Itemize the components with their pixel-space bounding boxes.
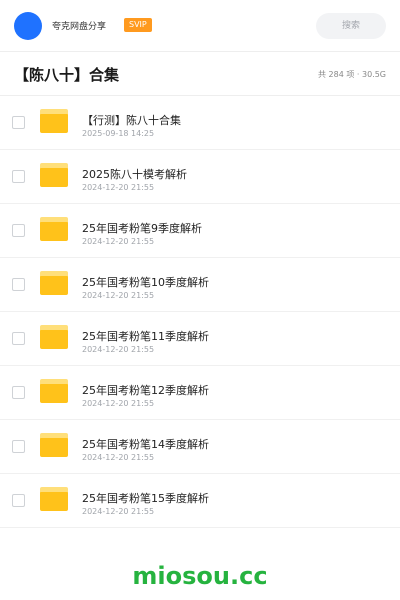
file-row[interactable]: 25年国考粉笔12季度解析 2024-12-20 21:55 — [0, 366, 400, 420]
file-name: 25年国考粉笔11季度解析 — [82, 330, 209, 343]
folder-icon — [40, 379, 68, 403]
row-checkbox[interactable] — [12, 386, 25, 399]
folder-icon — [40, 433, 68, 457]
row-checkbox[interactable] — [12, 170, 25, 183]
folder-title: 【陈八十】合集 — [14, 66, 120, 84]
file-date: 2024-12-20 21:55 — [82, 291, 155, 300]
row-checkbox[interactable] — [12, 224, 25, 237]
file-date: 2024-12-20 21:55 — [82, 507, 155, 516]
folder-meta: 共 284 项 · 30.5G — [318, 70, 386, 79]
file-row[interactable]: 25年国考粉笔11季度解析 2024-12-20 21:55 — [0, 312, 400, 366]
svip-badge: SVIP — [124, 18, 152, 32]
file-row[interactable]: 25年国考粉笔10季度解析 2024-12-20 21:55 — [0, 258, 400, 312]
row-checkbox[interactable] — [12, 278, 25, 291]
file-row[interactable]: 25年国考粉笔15季度解析 2024-12-20 21:55 — [0, 474, 400, 528]
file-row[interactable]: 2025陈八十模考解析 2024-12-20 21:55 — [0, 150, 400, 204]
file-date: 2025-09-18 14:25 — [82, 129, 155, 138]
file-name: 25年国考粉笔14季度解析 — [82, 438, 209, 451]
avatar[interactable] — [14, 12, 42, 40]
file-name: 25年国考粉笔10季度解析 — [82, 276, 209, 289]
row-checkbox[interactable] — [12, 440, 25, 453]
search-input[interactable]: 搜索 — [316, 13, 386, 39]
file-date: 2024-12-20 21:55 — [82, 237, 155, 246]
file-name: 25年国考粉笔12季度解析 — [82, 384, 209, 397]
file-list: 【行测】陈八十合集 2025-09-18 14:25 2025陈八十模考解析 2… — [0, 96, 400, 528]
file-date: 2024-12-20 21:55 — [82, 453, 155, 462]
folder-icon — [40, 325, 68, 349]
file-date: 2024-12-20 21:55 — [82, 399, 155, 408]
row-checkbox[interactable] — [12, 494, 25, 507]
file-name: 25年国考粉笔15季度解析 — [82, 492, 209, 505]
folder-icon — [40, 487, 68, 511]
folder-header: 【陈八十】合集 共 284 项 · 30.5G — [0, 52, 400, 96]
file-date: 2024-12-20 21:55 — [82, 183, 155, 192]
file-name: 25年国考粉笔9季度解析 — [82, 222, 202, 235]
folder-icon — [40, 271, 68, 295]
username: 夸克网盘分享 — [52, 22, 107, 32]
file-name: 2025陈八十模考解析 — [82, 168, 187, 181]
row-checkbox[interactable] — [12, 332, 25, 345]
folder-icon — [40, 109, 68, 133]
file-name: 【行测】陈八十合集 — [82, 114, 181, 127]
top-bar: 夸克网盘分享 SVIP 搜索 — [0, 0, 400, 52]
row-checkbox[interactable] — [12, 116, 25, 129]
file-row[interactable]: 25年国考粉笔9季度解析 2024-12-20 21:55 — [0, 204, 400, 258]
file-row[interactable]: 25年国考粉笔14季度解析 2024-12-20 21:55 — [0, 420, 400, 474]
file-row[interactable]: 【行测】陈八十合集 2025-09-18 14:25 — [0, 96, 400, 150]
file-date: 2024-12-20 21:55 — [82, 345, 155, 354]
folder-icon — [40, 163, 68, 187]
watermark: miosou.cc — [132, 562, 268, 590]
folder-icon — [40, 217, 68, 241]
